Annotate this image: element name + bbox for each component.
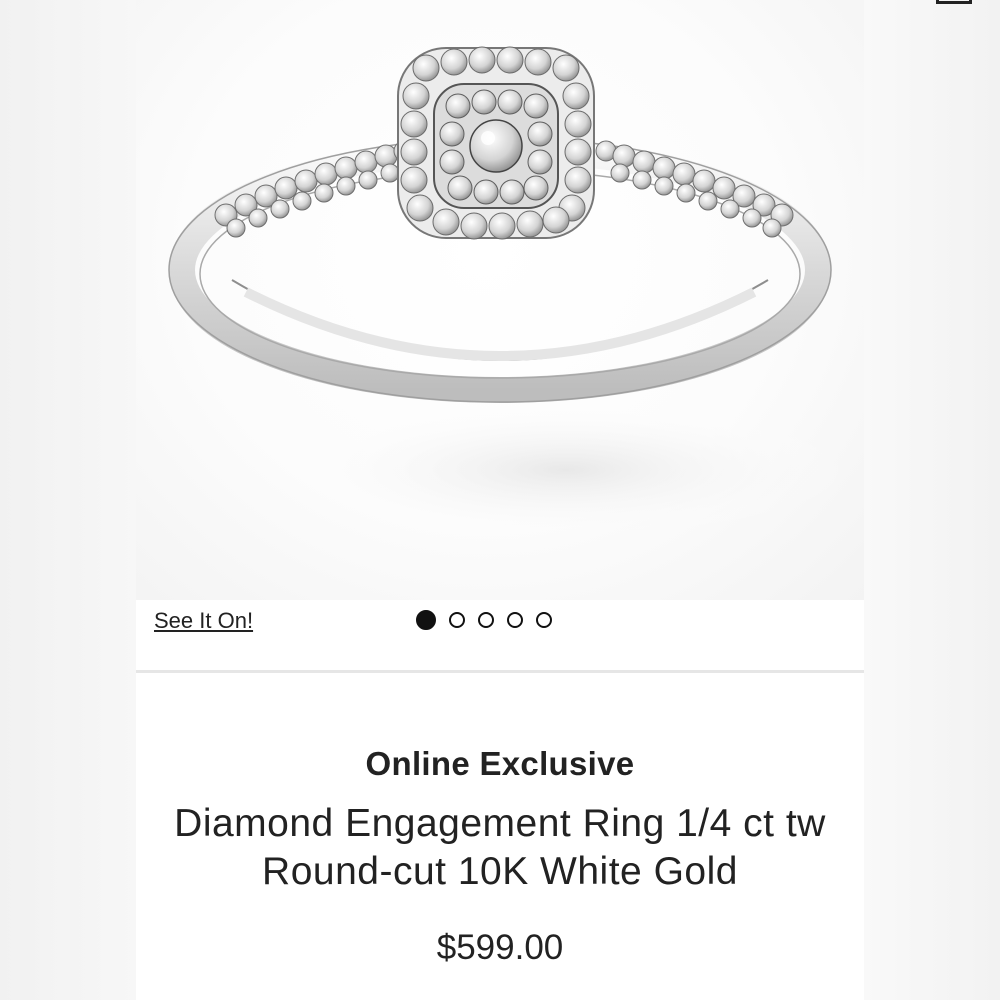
top-edge-partial-icon[interactable]: [936, 0, 972, 4]
right-margin: [864, 0, 1000, 1000]
carousel-dot-1[interactable]: [416, 610, 436, 630]
online-exclusive-badge: Online Exclusive: [365, 745, 635, 782]
carousel-dot-3[interactable]: [478, 612, 494, 628]
carousel-dot-4[interactable]: [507, 612, 523, 628]
left-margin: [0, 0, 136, 1000]
section-divider: [136, 670, 864, 673]
carousel-dot-5[interactable]: [536, 612, 552, 628]
product-title: Diamond Engagement Ring 1/4 ct tw Round-…: [136, 800, 864, 896]
image-carousel-dots: [416, 609, 552, 631]
see-it-on-link[interactable]: See It On!: [154, 608, 253, 634]
product-image[interactable]: [136, 0, 864, 600]
product-card: See It On! Online Exclusive Diamond Enga…: [136, 0, 972, 1000]
product-price: $599.00: [436, 928, 564, 967]
product-title-line-1: Diamond Engagement Ring 1/4 ct tw: [174, 802, 826, 845]
product-title-line-2: Round-cut 10K White Gold: [262, 850, 738, 893]
ring-illustration: [168, 46, 856, 540]
carousel-dot-2[interactable]: [449, 612, 465, 628]
